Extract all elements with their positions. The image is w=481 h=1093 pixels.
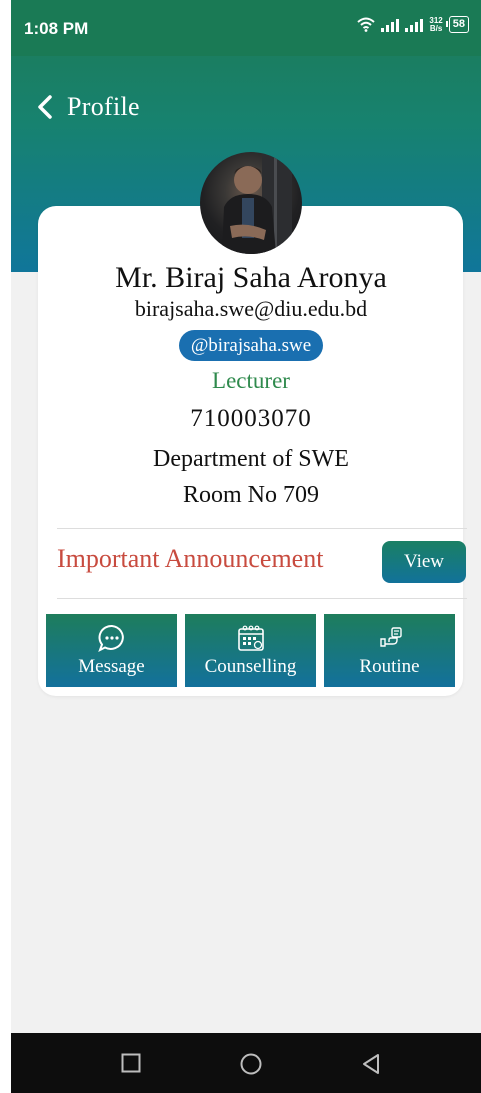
page-title: Profile bbox=[67, 92, 140, 121]
avatar-photo bbox=[222, 152, 292, 254]
calendar-icon bbox=[237, 625, 264, 651]
signal-icon-2 bbox=[405, 18, 424, 32]
counselling-button[interactable]: Counselling bbox=[185, 614, 316, 687]
chat-bubble-icon bbox=[97, 624, 124, 652]
handle-wrapper: @birajsaha.swe bbox=[11, 330, 481, 361]
message-button[interactable]: Message bbox=[46, 614, 177, 687]
status-bar: 1:08 PM 312 B/s 58 bbox=[11, 0, 481, 56]
signal-icon-1 bbox=[381, 18, 400, 32]
profile-name: Mr. Biraj Saha Aronya bbox=[115, 261, 387, 294]
speed-unit: B/s bbox=[429, 23, 443, 33]
message-label: Message bbox=[78, 656, 145, 677]
routine-icon bbox=[379, 627, 402, 647]
profile-room: Room No 709 bbox=[182, 482, 319, 508]
home-icon[interactable] bbox=[240, 1053, 262, 1075]
routine-label: Routine bbox=[359, 656, 420, 677]
wifi-icon bbox=[357, 17, 376, 32]
divider-bottom bbox=[57, 598, 467, 599]
counselling-label: Counselling bbox=[204, 656, 297, 677]
network-speed: 312 B/s bbox=[429, 16, 443, 33]
back-arrow-icon[interactable] bbox=[35, 92, 55, 122]
view-announcement-button[interactable]: View bbox=[382, 541, 466, 583]
battery-icon: 58 bbox=[445, 16, 469, 33]
recent-apps-icon[interactable] bbox=[121, 1053, 141, 1073]
profile-department: Department of SWE bbox=[153, 446, 349, 472]
employee-id: 710003070 bbox=[190, 405, 312, 432]
status-time: 1:08 PM bbox=[24, 19, 89, 38]
top-bar: Profile bbox=[35, 92, 140, 122]
profile-email[interactable]: birajsaha.swe@diu.edu.bd bbox=[11, 296, 481, 322]
profile-screen: 1:08 PM 312 B/s 58 Profile Mr. Biraj Sah… bbox=[11, 0, 481, 1093]
divider-top bbox=[57, 528, 467, 529]
back-nav-icon[interactable] bbox=[361, 1053, 381, 1075]
status-icons: 312 B/s 58 bbox=[357, 16, 469, 33]
profile-avatar bbox=[200, 152, 302, 254]
profile-designation: Lecturer bbox=[212, 368, 290, 393]
routine-button[interactable]: Routine bbox=[324, 614, 455, 687]
navigation-bar bbox=[11, 1033, 481, 1093]
profile-handle-badge[interactable]: @birajsaha.swe bbox=[178, 330, 324, 361]
announcement-label: Important Announcement bbox=[57, 544, 324, 573]
